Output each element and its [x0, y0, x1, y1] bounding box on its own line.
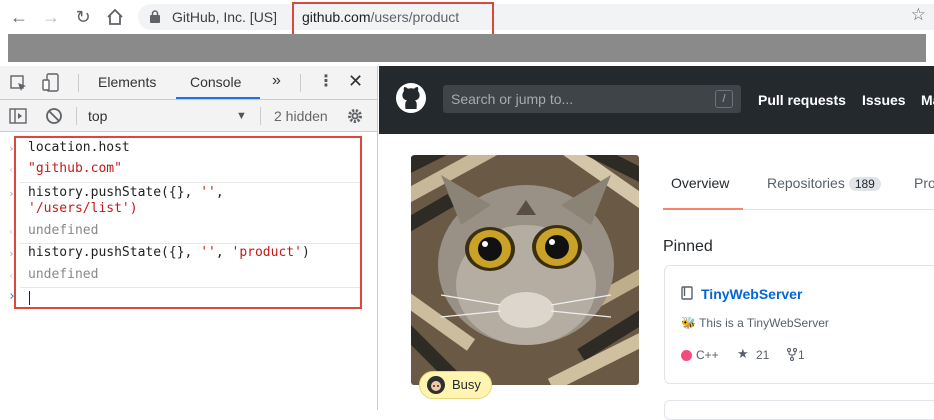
avatar[interactable]: [411, 155, 639, 385]
console-highlight-box: [14, 136, 362, 309]
repo-forks[interactable]: 1: [798, 348, 805, 362]
pinned-heading: Pinned: [663, 238, 713, 255]
tab-repositories[interactable]: Repositories 189: [767, 175, 881, 191]
reload-icon[interactable]: ↻: [72, 6, 94, 28]
language-color-dot: [681, 350, 692, 361]
gear-icon[interactable]: [346, 107, 364, 125]
inspect-element-icon[interactable]: [10, 75, 28, 93]
search-input[interactable]: Search or jump to... /: [443, 85, 741, 113]
repo-stars[interactable]: 21: [756, 348, 769, 362]
site-identity[interactable]: GitHub, Inc. [US]: [172, 9, 277, 25]
search-placeholder: Search or jump to...: [451, 91, 574, 107]
repo-name-link[interactable]: TinyWebServer: [701, 286, 802, 302]
forward-arrow-icon[interactable]: →: [40, 6, 62, 28]
star-icon[interactable]: ★: [737, 346, 749, 362]
device-toolbar-icon[interactable]: [42, 73, 60, 93]
nav-marketplace[interactable]: Ma: [921, 92, 934, 108]
hidden-messages-count: 2 hidden: [274, 108, 328, 124]
search-shortcut-badge: /: [715, 90, 733, 108]
tab-console[interactable]: Console: [190, 74, 241, 90]
context-selector[interactable]: top: [88, 108, 107, 124]
address-bar[interactable]: GitHub, Inc. [US] github.com/users/produ…: [138, 4, 934, 30]
status-badge[interactable]: Busy: [419, 371, 492, 399]
tab-divider: [78, 74, 79, 92]
close-icon[interactable]: ✕: [348, 71, 363, 92]
lock-icon: [150, 10, 160, 23]
browser-toolbar: ← → ↻ GitHub, Inc. [US] github.com/users…: [0, 0, 934, 40]
tab-elements[interactable]: Elements: [98, 74, 156, 90]
kebab-menu-icon[interactable]: ⋮: [318, 71, 334, 91]
github-header: Search or jump to... / Pull requests Iss…: [379, 66, 934, 134]
profile-page: Busy Overview Repositories 189 Pro Pinned…: [379, 134, 934, 420]
console-toolbar: top ▼ 2 hidden: [0, 100, 377, 132]
tab-repositories-label: Repositories: [767, 175, 845, 191]
clear-console-icon[interactable]: [45, 107, 63, 125]
tab-overview[interactable]: Overview: [671, 175, 729, 191]
profile-tabs: Overview Repositories 189 Pro: [663, 168, 934, 210]
dropdown-caret-icon[interactable]: ▼: [236, 110, 247, 122]
octocat-icon: [427, 376, 445, 394]
home-icon[interactable]: [104, 6, 126, 28]
toolbar-divider: [76, 107, 77, 125]
repo-description: 🐝 This is a TinyWebServer: [681, 316, 829, 330]
pinned-repo-card: TinyWebServer 🐝 This is a TinyWebServer …: [664, 265, 934, 384]
repo-icon: [681, 286, 693, 300]
back-arrow-icon[interactable]: ←: [8, 6, 30, 28]
repositories-count-badge: 189: [848, 177, 881, 191]
active-tab-indicator: [663, 208, 743, 210]
status-text: Busy: [452, 377, 481, 392]
nav-pull-requests[interactable]: Pull requests: [758, 92, 846, 108]
fork-icon[interactable]: [787, 348, 797, 361]
devtools-tabbar: Elements Console » ⋮ ✕: [0, 66, 377, 100]
sidebar-toggle-icon[interactable]: [9, 108, 27, 124]
pinned-repo-card: [664, 400, 934, 420]
toolbar-divider: [260, 107, 261, 125]
redacted-bar: [8, 34, 926, 62]
bookmark-star-icon[interactable]: ☆: [911, 5, 926, 25]
tab-divider: [300, 74, 301, 92]
tab-projects[interactable]: Pro: [914, 175, 934, 191]
active-tab-indicator: [176, 97, 260, 99]
repo-description-text: This is a TinyWebServer: [699, 316, 829, 330]
github-logo-icon[interactable]: [395, 82, 427, 114]
more-tabs-icon[interactable]: »: [272, 72, 281, 90]
repo-language: C++: [696, 348, 719, 362]
nav-issues[interactable]: Issues: [862, 92, 906, 108]
